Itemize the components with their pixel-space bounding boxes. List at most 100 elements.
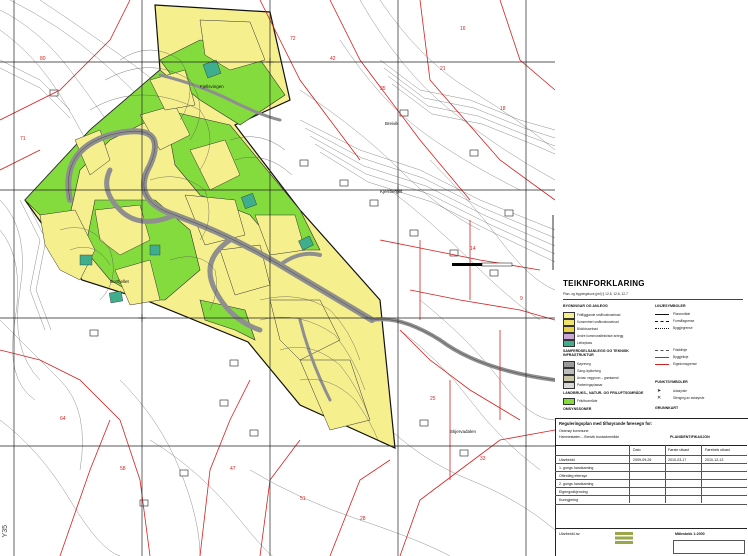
legend-line-5 <box>655 364 669 365</box>
table-row: Kunngjering <box>555 495 747 505</box>
legend-section-omsynssoner: OMSYNSSONER <box>563 407 592 411</box>
legend-item-2: Blokkbusetnad <box>577 327 598 331</box>
legend-line-item-5: Eigedomsgrense <box>673 362 697 366</box>
row-date: 2009-09-26 <box>633 458 652 462</box>
legend-section-grunnkart: GRUNNKART <box>655 406 679 410</box>
svg-text:9: 9 <box>520 296 523 302</box>
plan-id-label: PLANIDENTIFIKASJON <box>670 435 710 439</box>
row-label: Kunngjering <box>559 498 579 502</box>
svg-text:42: 42 <box>330 56 336 62</box>
place-label-fjellsvingen: Fjellsvingen <box>200 84 224 89</box>
legend-swatch-6 <box>563 368 575 375</box>
stamp-box <box>673 540 745 554</box>
svg-text:72: 72 <box>290 36 296 42</box>
row-first: 2010-03-17 <box>668 458 687 462</box>
legend-line-1 <box>655 321 669 322</box>
svg-text:51: 51 <box>300 496 306 502</box>
legend-title: TEIKNFORKLARING <box>563 279 645 288</box>
legend-swatch-9 <box>563 398 575 405</box>
legend-item-3: Andre kommunaltekniske anlegg <box>577 334 624 338</box>
zoning-map: 72 42 35 21 18 14 9 25 33 64 58 47 51 28 71 16 80 <box>0 0 555 556</box>
legend-swatch-2 <box>563 326 575 333</box>
legend-point-item-1: Stenging av avkøyrsle <box>673 396 705 400</box>
legend-line-4 <box>655 357 669 358</box>
legend-line-item-4: Byggjelinje <box>673 355 689 359</box>
legend-section-linjer: LINJESYMBOLER <box>655 304 686 308</box>
svg-text:28: 28 <box>360 516 366 522</box>
footer-left: Utarbeidd av: <box>559 532 581 536</box>
svg-text:47: 47 <box>230 466 236 472</box>
legend-line-3 <box>655 350 669 351</box>
logo-mark-icon <box>615 532 633 544</box>
col-header-prelim: Førebels utkast <box>705 448 730 452</box>
col-header-date: Dato <box>633 448 641 452</box>
legend-swatch-4 <box>563 340 575 347</box>
legend-item-8: Parkeringsplassar <box>577 383 603 387</box>
legend-section-landbruk: LANDBRUKS-, NATUR- OG FRILUFTSOMRÅDE <box>563 391 644 395</box>
svg-text:35: 35 <box>380 86 386 92</box>
svg-text:33: 33 <box>480 456 486 462</box>
place-label-skjervadalen: Skjervadalen <box>450 429 477 434</box>
svg-text:80: 80 <box>40 56 46 62</box>
table-rule-1 <box>555 445 747 446</box>
legend-item-5: Køyreveg <box>577 362 591 366</box>
coordinate-label: Y35 <box>2 525 9 538</box>
place-label-breivik: Breivik <box>385 121 399 126</box>
row-prelim: 2010-12-13 <box>705 458 724 462</box>
legend-section-bygg: BYGNINGAR OG ANLEGG <box>563 304 608 308</box>
table-col-rule <box>629 445 630 503</box>
svg-text:18: 18 <box>500 106 506 112</box>
legend-point-item-0: Avkøyrsle <box>673 389 687 393</box>
legend-item-0: Frittliggjande småhusbusetnad <box>577 313 621 317</box>
cross-point-icon: ✕ <box>657 395 662 401</box>
place-label-bortfjellet: Bortfjellet <box>110 279 129 284</box>
plan-name: Hamnestølen – Breivik bustadområde <box>559 435 620 439</box>
legend-line-item-2: Byggjegrense <box>673 326 693 330</box>
svg-text:25: 25 <box>430 396 436 402</box>
legend-line-0 <box>655 314 669 315</box>
row-label: Offentleg ettersyn <box>559 474 588 478</box>
col-header-first: Første utkast <box>668 448 689 452</box>
map-document: 72 42 35 21 18 14 9 25 33 64 58 47 51 28 71 16 80 <box>0 0 748 556</box>
table-col-rule <box>665 445 666 503</box>
legend-item-6: Gang-/sykkelveg <box>577 369 601 373</box>
svg-text:21: 21 <box>440 66 446 72</box>
legend-line-item-0: Planområde <box>673 312 691 316</box>
svg-text:64: 64 <box>60 416 66 422</box>
legend-line-item-1: Formålsgrense <box>673 319 695 323</box>
row-label: Eigengodkjenning <box>559 490 588 494</box>
legend-item-7: Annan veggrunn – grøntareal <box>577 376 619 380</box>
plan-municipality: Osterøy kommune <box>559 429 589 433</box>
legend-item-1: Konsentrert småhusbusetnad <box>577 320 619 324</box>
legend-line-2 <box>655 328 669 329</box>
legend-swatch-0 <box>563 312 575 319</box>
place-label-kjerrberget: Kjerrberget <box>380 189 403 194</box>
legend-swatch-5 <box>563 361 575 368</box>
arrow-point-icon: ➤ <box>657 388 662 394</box>
company-logo <box>615 531 633 544</box>
plan-header: Reguleringsplan med tilhøyrande føresegn… <box>559 421 653 426</box>
svg-text:58: 58 <box>120 466 126 472</box>
svg-text:14: 14 <box>470 246 476 252</box>
legend-swatch-1 <box>563 319 575 326</box>
row-label: 1. gongs handsaming <box>559 466 594 470</box>
row-label: 2. gongs handsaming <box>559 482 594 486</box>
row-label: Utarbeidd <box>559 458 575 462</box>
scale-bar <box>452 262 513 267</box>
footer-rule <box>555 528 747 529</box>
legend-item-9: Friluftsområde <box>577 399 598 403</box>
legend-subtitle: Plan- og bygningslova (pbl) § 12-5, 12-6… <box>563 292 628 296</box>
footer-right: Målestokk 1:2000 <box>675 532 705 536</box>
legend-swatch-3 <box>563 333 575 340</box>
legend-swatch-7 <box>563 375 575 382</box>
svg-text:71: 71 <box>20 136 26 142</box>
legend-item-4: Leikeplass <box>577 341 593 345</box>
table-col-rule <box>701 445 702 503</box>
legend-swatch-8 <box>563 382 575 389</box>
legend-line-item-3: Frisiktlinje <box>673 348 688 352</box>
legend-section-samferdsel: SAMFERDSELSANLEGG OG TEKNISK INFRASTRUKT… <box>563 349 629 357</box>
legend-divider <box>563 299 743 300</box>
legend-section-punkt: PUNKTSYMBOLER <box>655 380 688 384</box>
plan-info-table: Reguleringsplan med tilhøyrande føresegn… <box>555 418 748 556</box>
svg-text:16: 16 <box>460 26 466 32</box>
